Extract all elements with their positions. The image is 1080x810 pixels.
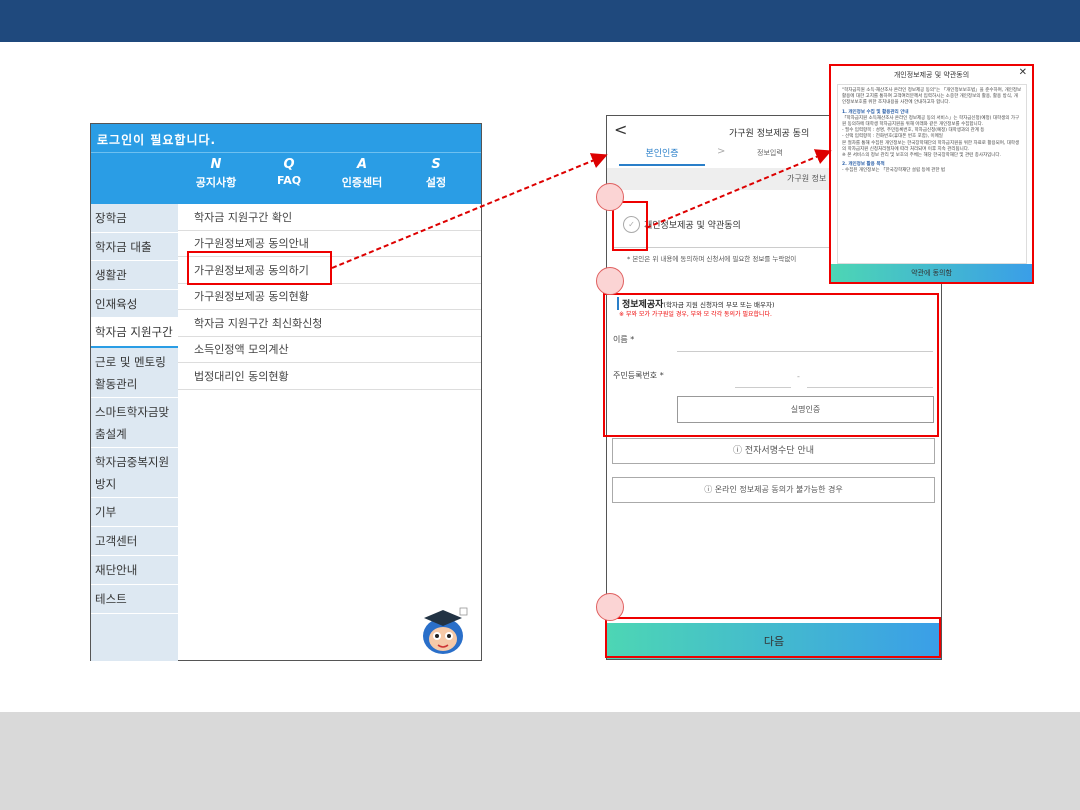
- annotation-arrows: [331, 149, 832, 269]
- arrow-to-terms-popup: [645, 149, 832, 229]
- slide-footer-bar: [0, 712, 1080, 810]
- arrow-to-consent-page: [331, 153, 608, 269]
